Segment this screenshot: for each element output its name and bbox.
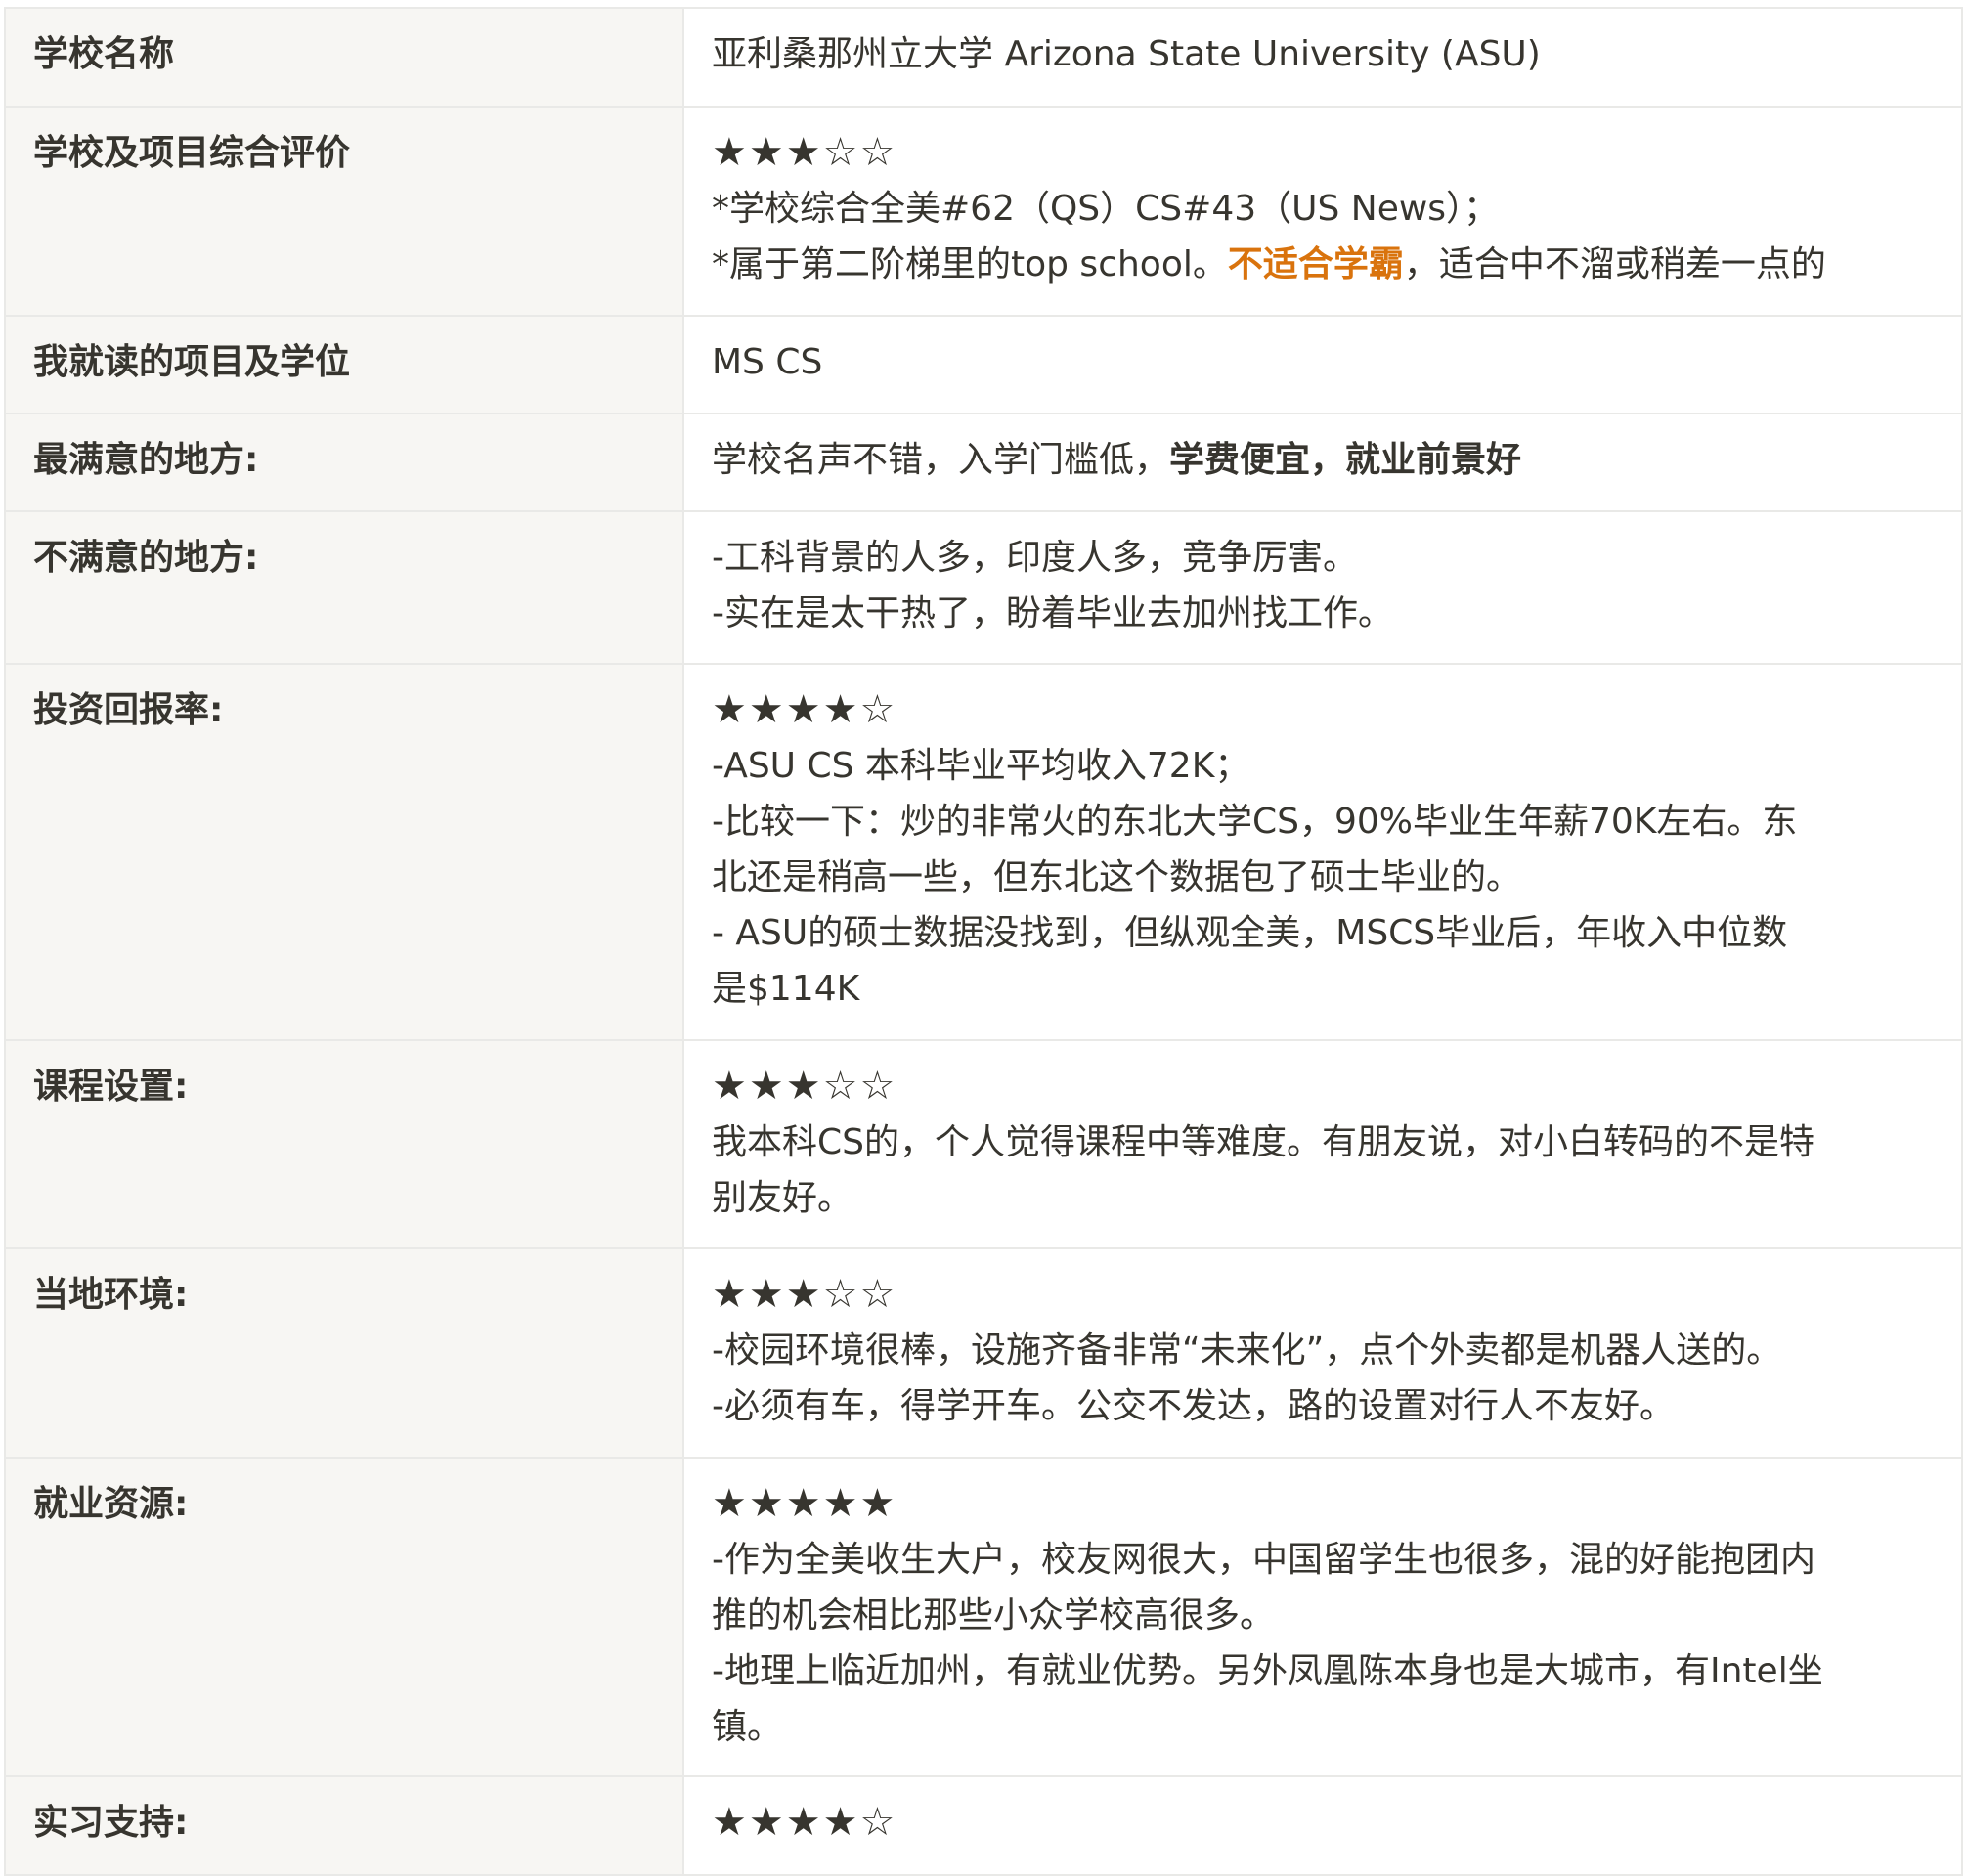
value-line: -校园环境很棒，设施齐备非常“未来化”，点个外卖都是机器人送的。 (712, 1331, 1782, 1371)
row-value: 学校名声不错，入学门槛低，学费便宜，就业前景好 (682, 413, 1963, 512)
table-row: 最满意的地方: 学校名声不错，入学门槛低，学费便宜，就业前景好 (4, 413, 1963, 512)
value-line: - ASU的硕士数据没找到，但纵观全美，MSCS毕业后，年收入中位数 (712, 913, 1788, 953)
text-segment: *属于第二阶梯里的top school。 (712, 244, 1228, 284)
row-value: ★★★★★ -作为全美收生大户，校友网很大，中国留学生也很多，混的好能抱团内 推… (682, 1457, 1963, 1777)
row-value: ★★★★☆ (682, 1775, 1963, 1876)
value-line: 亚利桑那州立大学 Arizona State University (ASU) (712, 34, 1541, 74)
row-label: 学校名称 (4, 7, 684, 108)
value-line: 推的机会相比那些小众学校高很多。 (712, 1595, 1276, 1636)
row-label: 当地环境: (4, 1247, 684, 1459)
table-row: 就业资源: ★★★★★ -作为全美收生大户，校友网很大，中国留学生也很多，混的好… (4, 1457, 1963, 1777)
value-line: 我本科CS的，个人觉得课程中等难度。有朋友说，对小白转码的不是特 (712, 1122, 1814, 1162)
value-line: -作为全美收生大户，校友网很大，中国留学生也很多，混的好能抱团内 (712, 1540, 1815, 1580)
row-label: 投资回报率: (4, 663, 684, 1041)
value-line: 学校名声不错，入学门槛低，学费便宜，就业前景好 (712, 432, 1934, 488)
text-segment: ，适合中不溜或稍差一点的 (1403, 244, 1826, 284)
row-label: 我就读的项目及学位 (4, 315, 684, 414)
value-line: *学校综合全美#62（QS）CS#43（US News）； (712, 189, 1500, 229)
star-rating: ★★★★★ (712, 1481, 897, 1526)
row-label: 实习支持: (4, 1775, 684, 1876)
table-row: 投资回报率: ★★★★☆ -ASU CS 本科毕业平均收入72K； -比较一下：… (4, 663, 1963, 1041)
table-row: 课程设置: ★★★☆☆ 我本科CS的，个人觉得课程中等难度。有朋友说，对小白转码… (4, 1039, 1963, 1249)
table-row: 当地环境: ★★★☆☆ -校园环境很棒，设施齐备非常“未来化”，点个外卖都是机器… (4, 1247, 1963, 1459)
value-line: MS CS (712, 342, 823, 382)
row-label: 课程设置: (4, 1039, 684, 1249)
table-row: 实习支持: ★★★★☆ (4, 1775, 1963, 1876)
value-line: -必须有车，得学开车。公交不发达，路的设置对行人不友好。 (712, 1386, 1675, 1426)
value-line: 别友好。 (712, 1178, 853, 1218)
row-value: ★★★☆☆ -校园环境很棒，设施齐备非常“未来化”，点个外卖都是机器人送的。 -… (682, 1247, 1963, 1459)
row-label: 不满意的地方: (4, 510, 684, 665)
row-value: ★★★★☆ -ASU CS 本科毕业平均收入72K； -比较一下：炒的非常火的东… (682, 663, 1963, 1041)
value-line: -ASU CS 本科毕业平均收入72K； (712, 746, 1250, 786)
star-rating: ★★★☆☆ (712, 130, 897, 175)
row-value: 亚利桑那州立大学 Arizona State University (ASU) (682, 7, 1963, 108)
star-rating: ★★★☆☆ (712, 1272, 897, 1317)
value-line: -实在是太干热了，盼着毕业去加州找工作。 (712, 593, 1393, 633)
star-rating: ★★★★☆ (712, 1800, 897, 1845)
value-line: 是$114K (712, 969, 860, 1009)
row-label: 就业资源: (4, 1457, 684, 1777)
value-line: -比较一下：炒的非常火的东北大学CS，90%毕业生年薪70K左右。东 (712, 802, 1798, 842)
row-value: ★★★☆☆ *学校综合全美#62（QS）CS#43（US News）； *属于第… (682, 106, 1963, 317)
value-line: 北还是稍高一些，但东北这个数据包了硕士毕业的。 (712, 857, 1522, 897)
value-line: -工科背景的人多，印度人多，竞争厉害。 (712, 538, 1358, 578)
table-row: 学校名称 亚利桑那州立大学 Arizona State University (… (4, 7, 1963, 108)
table-row: 不满意的地方: -工科背景的人多，印度人多，竞争厉害。 -实在是太干热了，盼着毕… (4, 510, 1963, 665)
row-value: -工科背景的人多，印度人多，竞争厉害。 -实在是太干热了，盼着毕业去加州找工作。 (682, 510, 1963, 665)
value-line: 镇。 (712, 1707, 783, 1747)
table-row: 学校及项目综合评价 ★★★☆☆ *学校综合全美#62（QS）CS#43（US N… (4, 106, 1963, 317)
highlight-text: 不适合学霸 (1227, 244, 1404, 284)
bold-text: 学费便宜，就业前景好 (1169, 440, 1522, 480)
row-label: 最满意的地方: (4, 413, 684, 512)
row-label: 学校及项目综合评价 (4, 106, 684, 317)
star-rating: ★★★★☆ (712, 687, 897, 732)
table-row: 我就读的项目及学位 MS CS (4, 315, 1963, 414)
row-value: MS CS (682, 315, 1963, 414)
review-table: 学校名称 亚利桑那州立大学 Arizona State University (… (4, 7, 1963, 1876)
row-value: ★★★☆☆ 我本科CS的，个人觉得课程中等难度。有朋友说，对小白转码的不是特 别… (682, 1039, 1963, 1249)
star-rating: ★★★☆☆ (712, 1064, 897, 1109)
value-line: -地理上临近加州，有就业优势。另外凤凰陈本身也是大城市，有Intel坐 (712, 1651, 1823, 1691)
value-line: *属于第二阶梯里的top school。不适合学霸，适合中不溜或稍差一点的 (712, 237, 1934, 292)
text-segment: 学校名声不错，入学门槛低， (712, 440, 1170, 480)
